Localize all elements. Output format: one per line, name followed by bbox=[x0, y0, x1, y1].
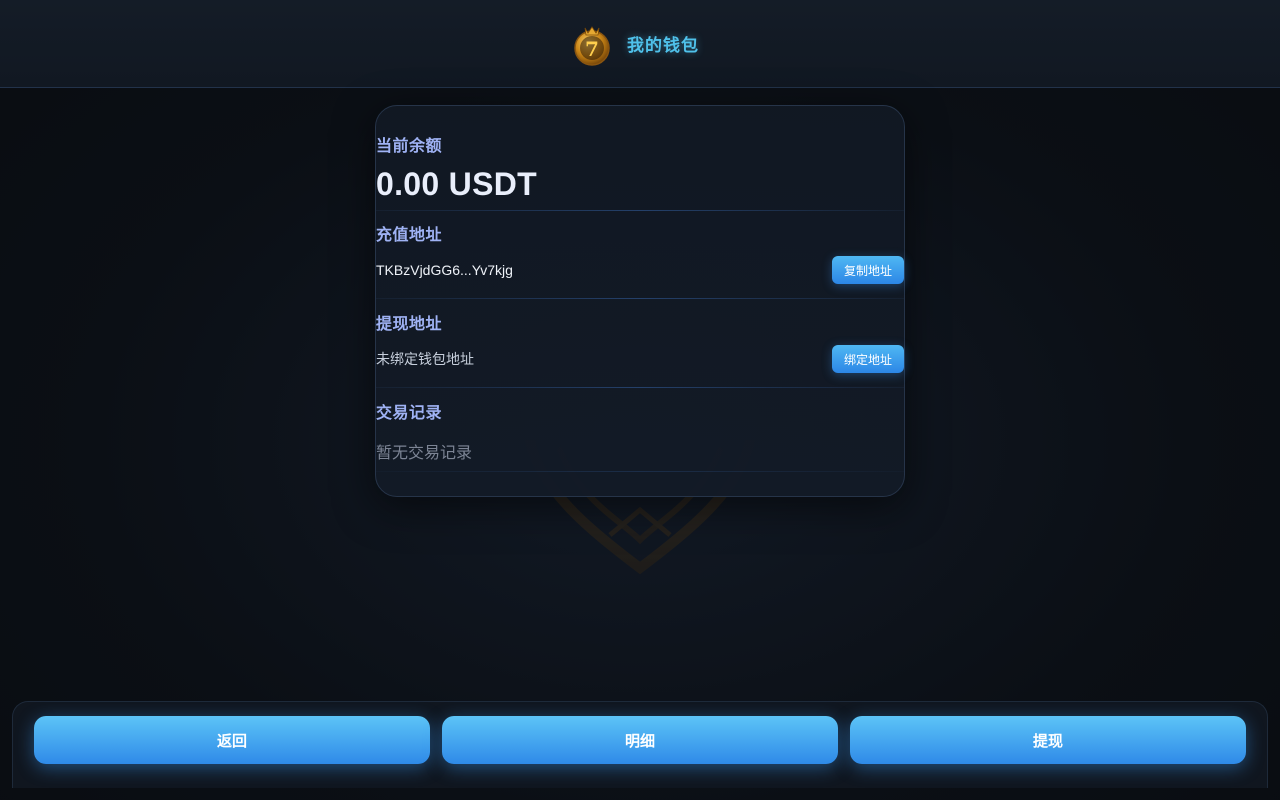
details-button[interactable]: 明细 bbox=[442, 716, 838, 764]
svg-text:7: 7 bbox=[585, 37, 599, 61]
lucky-seven-badge-icon: 7 bbox=[573, 25, 611, 66]
wallet-page: 7 我的钱包 当前余额 0.00 USDT 充值地址 TKBzVjdGG6...… bbox=[0, 0, 1280, 800]
bind-address-button[interactable]: 绑定地址 bbox=[831, 345, 904, 373]
deposit-address-value: TKBzVjdGG6...Yv7kjg bbox=[376, 262, 513, 278]
divider bbox=[376, 210, 904, 211]
balance-value: 0.00 USDT bbox=[376, 166, 537, 202]
divider bbox=[376, 471, 904, 472]
back-button[interactable]: 返回 bbox=[34, 716, 430, 764]
withdraw-address-value: 未绑定钱包地址 bbox=[376, 351, 474, 367]
deposit-address-row: TKBzVjdGG6...Yv7kjg 复制地址 bbox=[376, 255, 904, 285]
top-header: 7 我的钱包 bbox=[0, 0, 1280, 88]
divider bbox=[376, 387, 904, 388]
copy-address-button[interactable]: 复制地址 bbox=[831, 256, 904, 284]
transactions-empty-text: 暂无交易记录 bbox=[376, 445, 473, 462]
bottom-action-bar: 返回 明细 提现 bbox=[12, 701, 1268, 788]
deposit-address-label: 充值地址 bbox=[376, 227, 443, 244]
withdraw-address-label: 提现地址 bbox=[376, 316, 443, 333]
transactions-label: 交易记录 bbox=[376, 405, 443, 422]
page-title: 我的钱包 bbox=[627, 36, 699, 55]
wallet-card: 当前余额 0.00 USDT 充值地址 TKBzVjdGG6...Yv7kjg … bbox=[375, 105, 905, 497]
divider bbox=[376, 298, 904, 299]
withdraw-address-row: 未绑定钱包地址 绑定地址 bbox=[376, 344, 904, 374]
withdraw-button[interactable]: 提现 bbox=[850, 716, 1246, 764]
balance-label: 当前余额 bbox=[376, 138, 443, 155]
